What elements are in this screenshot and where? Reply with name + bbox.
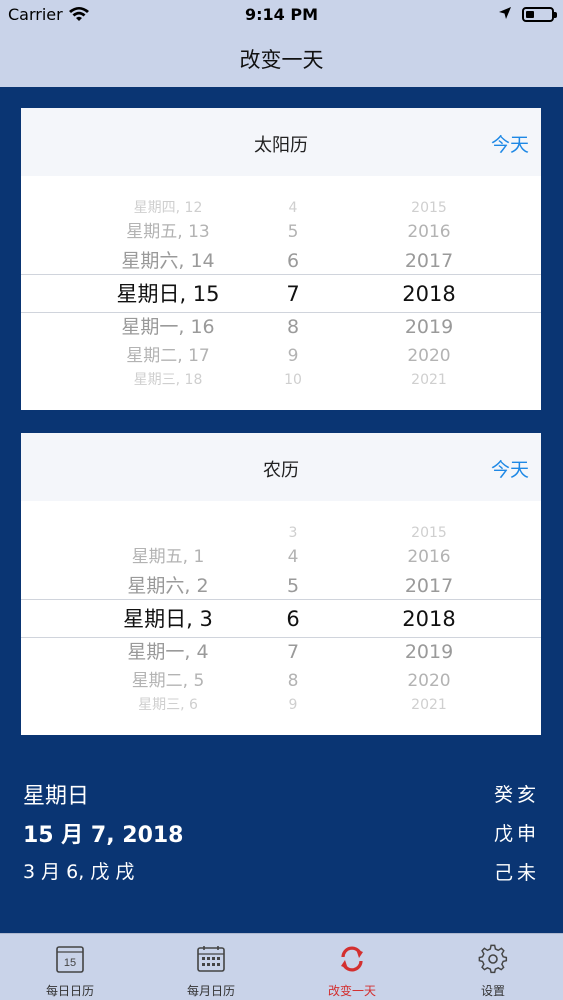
- month-cell: 6: [286, 250, 300, 272]
- day-cell: 星期日, 3: [123, 607, 213, 631]
- ganzhi-year-label: 癸亥: [493, 784, 540, 806]
- picker-row[interactable]: 星期三, 18 10 2021: [21, 366, 541, 394]
- month-cell: 6: [286, 607, 300, 631]
- weekday-label: 星期日: [23, 784, 90, 809]
- day-cell: 星期五, 1: [131, 547, 205, 567]
- picker-row-selected[interactable]: 星期日, 3 6 2018: [21, 605, 541, 633]
- picker-row[interactable]: 星期一, 4 7 2019: [21, 638, 541, 666]
- solar-date-label: 15 月 7, 2018: [23, 823, 184, 848]
- picker-row[interactable]: 星期六, 2 5 2017: [21, 572, 541, 600]
- tab-label: 每月日历: [186, 984, 235, 998]
- month-cell: 4: [287, 547, 299, 567]
- picker-row[interactable]: 星期五, 13 5 2016: [21, 218, 541, 246]
- month-cell: 10: [284, 372, 302, 388]
- month-cell: 8: [286, 316, 300, 338]
- location-arrow-icon: [499, 7, 511, 19]
- year-cell: 2016: [407, 547, 451, 567]
- lunar-card-title: 农历: [263, 460, 299, 481]
- year-cell: 2017: [404, 575, 454, 597]
- picker-row[interactable]: 星期六, 14 6 2017: [21, 247, 541, 275]
- day-cell: 星期三, 6: [138, 697, 198, 713]
- year-cell: 2018: [402, 282, 456, 306]
- gear-icon: [478, 944, 508, 974]
- tab-bar: 15 每日日历 每月日历 改变一天 设置: [0, 933, 563, 1000]
- solar-card-title: 太阳历: [254, 135, 308, 156]
- tab-daily-calendar[interactable]: 15 每日日历: [0, 934, 140, 1000]
- day-cell: 星期五, 13: [126, 222, 210, 242]
- battery-icon: [522, 7, 557, 22]
- status-time: 9:14 PM: [244, 5, 318, 24]
- top-bar: Carrier 9:14 PM 改变一天: [0, 0, 563, 87]
- year-cell: 2021: [411, 697, 447, 713]
- solar-date-picker[interactable]: 星期四, 12 4 2015 星期五, 13 5 2016 星期六, 14 6 …: [21, 176, 541, 410]
- lunar-calendar-card: 农历 今天 3 2015 星期五, 1 4 2016 星期六, 2 5 2017…: [21, 433, 541, 735]
- solar-today-button[interactable]: 今天: [491, 130, 529, 157]
- tab-settings[interactable]: 设置: [423, 934, 563, 1000]
- day-cell: 星期六, 14: [121, 250, 215, 272]
- daily-calendar-badge: 15: [64, 957, 76, 969]
- page-title: 改变一天: [239, 48, 324, 72]
- tab-change-day[interactable]: 改变一天: [282, 934, 422, 1000]
- year-cell: 2017: [404, 250, 454, 272]
- lunar-card-header: 农历 今天: [21, 433, 541, 501]
- month-cell: 5: [286, 575, 300, 597]
- year-cell: 2019: [404, 641, 454, 663]
- day-cell: 星期日, 15: [116, 282, 220, 306]
- ganzhi-month-label: 戊申: [493, 823, 540, 845]
- year-cell: 2018: [402, 607, 456, 631]
- lunar-date-label: 3 月 6, 戊 戌: [23, 861, 135, 883]
- day-cell: 星期六, 2: [127, 575, 209, 597]
- month-cell: 5: [287, 222, 299, 242]
- ganzhi-day-label: 己未: [493, 862, 540, 884]
- tab-monthly-calendar[interactable]: 每月日历: [141, 934, 281, 1000]
- refresh-icon: [341, 946, 363, 972]
- monthly-calendar-icon: [197, 946, 225, 972]
- picker-row[interactable]: 星期三, 6 9 2021: [21, 691, 541, 719]
- picker-row[interactable]: 星期一, 16 8 2019: [21, 313, 541, 341]
- solar-calendar-card: 太阳历 今天 星期四, 12 4 2015 星期五, 13 5 2016 星期六…: [21, 108, 541, 410]
- daily-calendar-icon: 15: [56, 946, 84, 973]
- day-cell: 星期三, 18: [133, 372, 203, 388]
- year-cell: 2021: [411, 372, 447, 388]
- year-cell: 2016: [407, 222, 451, 242]
- tab-label: 改变一天: [327, 984, 376, 998]
- picker-row-selected[interactable]: 星期日, 15 7 2018: [21, 280, 541, 308]
- tab-label: 设置: [480, 984, 505, 998]
- month-cell: 7: [286, 282, 300, 306]
- month-cell: 9: [288, 697, 298, 713]
- solar-card-header: 太阳历 今天: [21, 108, 541, 176]
- month-cell: 7: [286, 641, 300, 663]
- lunar-today-button[interactable]: 今天: [491, 455, 529, 482]
- day-cell: 星期一, 16: [121, 316, 215, 338]
- picker-row[interactable]: 星期五, 1 4 2016: [21, 543, 541, 571]
- tab-label: 每日日历: [45, 984, 94, 998]
- day-cell: 星期一, 4: [127, 641, 209, 663]
- lunar-date-picker[interactable]: 3 2015 星期五, 1 4 2016 星期六, 2 5 2017 星期日, …: [21, 501, 541, 735]
- year-cell: 2019: [404, 316, 454, 338]
- status-bar: Carrier 9:14 PM: [0, 0, 563, 30]
- date-summary: 星期日 15 月 7, 2018 3 月 6, 戊 戌 癸亥 戊申 己未: [0, 760, 563, 932]
